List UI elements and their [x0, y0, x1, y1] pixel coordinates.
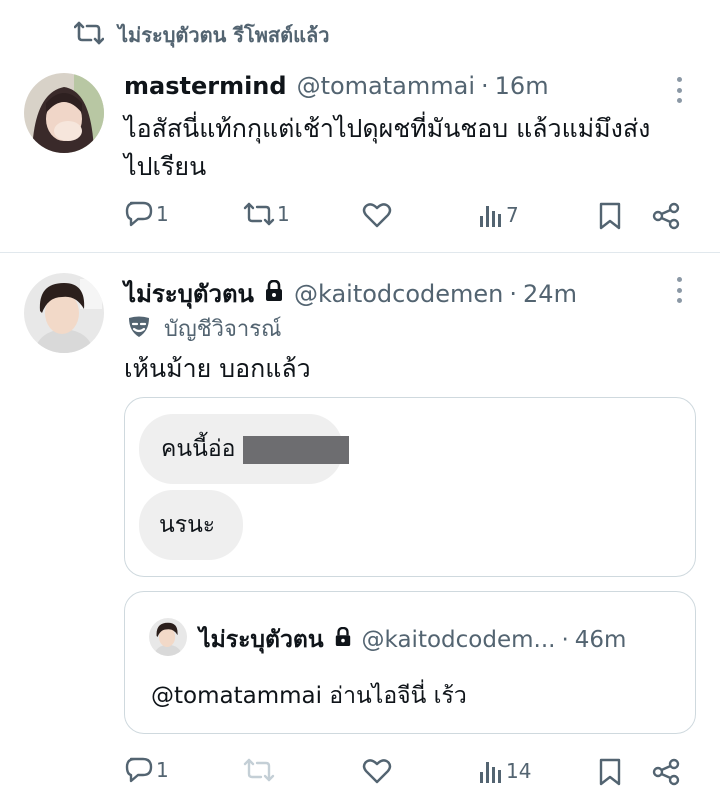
- share-icon: [652, 758, 680, 786]
- tweet2-header: ไม่ระบุตัวตน @kaitodcodemen · 24m: [124, 274, 577, 313]
- tweet1-text-line2: ไปเรียน: [124, 152, 207, 181]
- avatar[interactable]: [24, 73, 104, 153]
- separator-dot: ·: [561, 627, 569, 653]
- avatar: [149, 618, 187, 656]
- repost-count: 1: [277, 202, 290, 226]
- bookmark-icon: [599, 758, 621, 786]
- views-button[interactable]: 7: [478, 202, 519, 228]
- handle[interactable]: @tomatammai: [297, 72, 475, 100]
- theater-mask-icon: [126, 314, 152, 344]
- views-button[interactable]: 14: [478, 758, 531, 784]
- view-count: 14: [506, 759, 532, 783]
- lock-icon: [334, 626, 352, 653]
- avatar[interactable]: [24, 273, 104, 353]
- reply-button[interactable]: 1: [124, 200, 169, 228]
- reply-count: 1: [156, 202, 169, 226]
- bookmark-button[interactable]: [597, 757, 623, 787]
- analytics-icon: [480, 762, 501, 783]
- handle[interactable]: @kaitodcodemen: [294, 280, 503, 308]
- reply-icon: [125, 757, 153, 783]
- heart-icon: [362, 759, 392, 784]
- analytics-icon: [480, 206, 501, 227]
- separator-dot: ·: [481, 72, 489, 100]
- share-button[interactable]: [651, 757, 681, 787]
- heart-icon: [362, 203, 392, 228]
- quoted-tweet[interactable]: ไม่ระบุตัวตน @kaitodcodem... · 46m @toma…: [124, 591, 696, 734]
- display-name[interactable]: mastermind: [124, 72, 287, 100]
- repost-icon: [243, 758, 275, 782]
- share-icon: [652, 202, 680, 230]
- lock-icon: [264, 279, 284, 308]
- like-button[interactable]: [362, 757, 392, 785]
- tweet1-text-line1: ไอสัสนี่แท้กกุแต่เช้าไปดุผชที่มันชอบ แล้…: [124, 114, 651, 143]
- more-options-icon[interactable]: [677, 277, 683, 303]
- share-button[interactable]: [651, 201, 681, 231]
- tweet1-header: mastermind @tomatammai · 16m: [124, 72, 549, 100]
- reply-button[interactable]: 1: [124, 756, 169, 784]
- display-name: ไม่ระบุตัวตน: [199, 627, 324, 653]
- badge-label: บัญชีวิจารณ์: [164, 317, 282, 342]
- like-button[interactable]: [362, 201, 392, 229]
- tweet-divider: [0, 252, 720, 253]
- quoted-text: @tomatammai อ่านไอจีนี่ เร้ว: [151, 683, 467, 709]
- chat-bubble: นรนะ: [139, 490, 243, 560]
- tweet2-text: เห้นม้าย บอกแล้ว: [124, 354, 311, 383]
- repost-button[interactable]: [243, 757, 277, 783]
- parody-badge: บัญชีวิจารณ์: [126, 311, 281, 346]
- separator-dot: ·: [509, 280, 518, 308]
- more-options-icon[interactable]: [677, 77, 683, 103]
- quoted-header: ไม่ระบุตัวตน @kaitodcodem... · 46m: [199, 622, 626, 658]
- repost-icon: [243, 202, 275, 226]
- repost-banner: ไม่ระบุตัวตน รีโพสต์แล้ว: [73, 18, 330, 52]
- repost-banner-text: ไม่ระบุตัวตน รีโพสต์แล้ว: [118, 23, 330, 47]
- chat-bubble-text: นรนะ: [159, 512, 216, 538]
- timestamp: 46m: [574, 627, 627, 653]
- handle: @kaitodcodem...: [361, 627, 556, 653]
- repost-button[interactable]: 1: [243, 201, 290, 227]
- bookmark-icon: [599, 202, 621, 230]
- timestamp[interactable]: 24m: [523, 280, 577, 308]
- media-image[interactable]: คนนี้อ่อ นรนะ: [124, 397, 696, 577]
- view-count: 7: [506, 203, 519, 227]
- display-name[interactable]: ไม่ระบุตัวตน: [124, 274, 254, 313]
- chat-bubble-text: คนนี้อ่อ: [161, 436, 236, 462]
- reply-count: 1: [156, 758, 169, 782]
- reply-icon: [125, 201, 153, 227]
- tweet1-text: ไอสัสนี่แท้กกุแต่เช้าไปดุผชที่มันชอบ แล้…: [124, 110, 704, 186]
- timestamp[interactable]: 16m: [495, 72, 549, 100]
- repost-icon: [73, 20, 105, 50]
- redaction-block: [243, 436, 349, 464]
- bookmark-button[interactable]: [597, 201, 623, 231]
